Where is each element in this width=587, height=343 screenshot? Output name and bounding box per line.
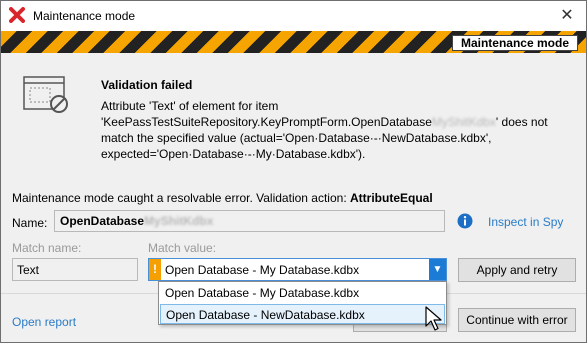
banner-label: Maintenance mode	[451, 35, 578, 51]
name-label: Name:	[12, 216, 48, 230]
name-blurred: MyShitKdbx	[144, 214, 214, 228]
continue-with-error-button[interactable]: Continue with error	[458, 308, 576, 332]
warning-icon: !	[149, 259, 161, 280]
validation-line-1: Attribute 'Text' of element for item	[101, 99, 279, 113]
name-value: OpenDatabase	[60, 214, 145, 228]
match-value-label: Match value:	[148, 241, 217, 255]
close-button[interactable]: ✕	[556, 5, 578, 27]
dropdown-option[interactable]: Open Database - My Database.kdbx	[160, 283, 445, 303]
window-title: Maintenance mode	[33, 9, 136, 23]
window-blocked-icon	[23, 76, 68, 113]
match-name-field[interactable]: Text	[12, 258, 138, 281]
caught-text: Maintenance mode caught a resolvable err…	[12, 191, 347, 205]
validation-action: AttributeEqual	[350, 191, 433, 205]
name-field[interactable]: OpenDatabaseMyShitKdbx	[54, 210, 445, 232]
validation-message: Attribute 'Text' of element for item 'Ke…	[101, 98, 561, 162]
chevron-down-icon[interactable]: ▼	[429, 259, 446, 280]
validation-line-2-suffix: ' does not	[495, 115, 548, 129]
match-name-value: Text	[17, 263, 40, 277]
match-value-selected: Open Database - My Database.kdbx	[165, 263, 360, 277]
caught-error-text: Maintenance mode caught a resolvable err…	[12, 191, 433, 205]
match-name-label: Match name:	[12, 241, 82, 255]
match-value-combobox[interactable]: ! Open Database - My Database.kdbx ▼	[148, 258, 447, 281]
validation-line-3: match the specified value (actual='Open·…	[101, 131, 492, 145]
blurred-text: MyShitKdbx	[431, 115, 496, 129]
apply-and-retry-button[interactable]: Apply and retry	[458, 258, 576, 282]
title-bar: Maintenance mode ✕	[1, 1, 586, 31]
inspect-in-spy-link[interactable]: Inspect in Spy	[488, 215, 563, 229]
mouse-pointer-icon	[425, 306, 442, 331]
validation-title: Validation failed	[101, 78, 193, 92]
maintenance-mode-window: Maintenance mode ✕ Maintenance mode Vali…	[0, 0, 587, 343]
dropdown-option-highlighted[interactable]: Open Database - NewDatabase.kdbx	[160, 304, 445, 324]
maintenance-x-icon	[9, 7, 25, 23]
validation-line-4: expected='Open·Database·-·My·Database.kd…	[101, 147, 366, 161]
open-report-link[interactable]: Open report	[12, 315, 76, 329]
match-value-dropdown-list: Open Database - My Database.kdbx Open Da…	[158, 281, 447, 325]
validation-line-2: 'KeePassTestSuiteRepository.KeyPromptFor…	[101, 114, 561, 130]
validation-line-2-prefix: 'KeePassTestSuiteRepository.KeyPromptFor…	[101, 115, 432, 129]
info-icon[interactable]	[457, 213, 473, 229]
